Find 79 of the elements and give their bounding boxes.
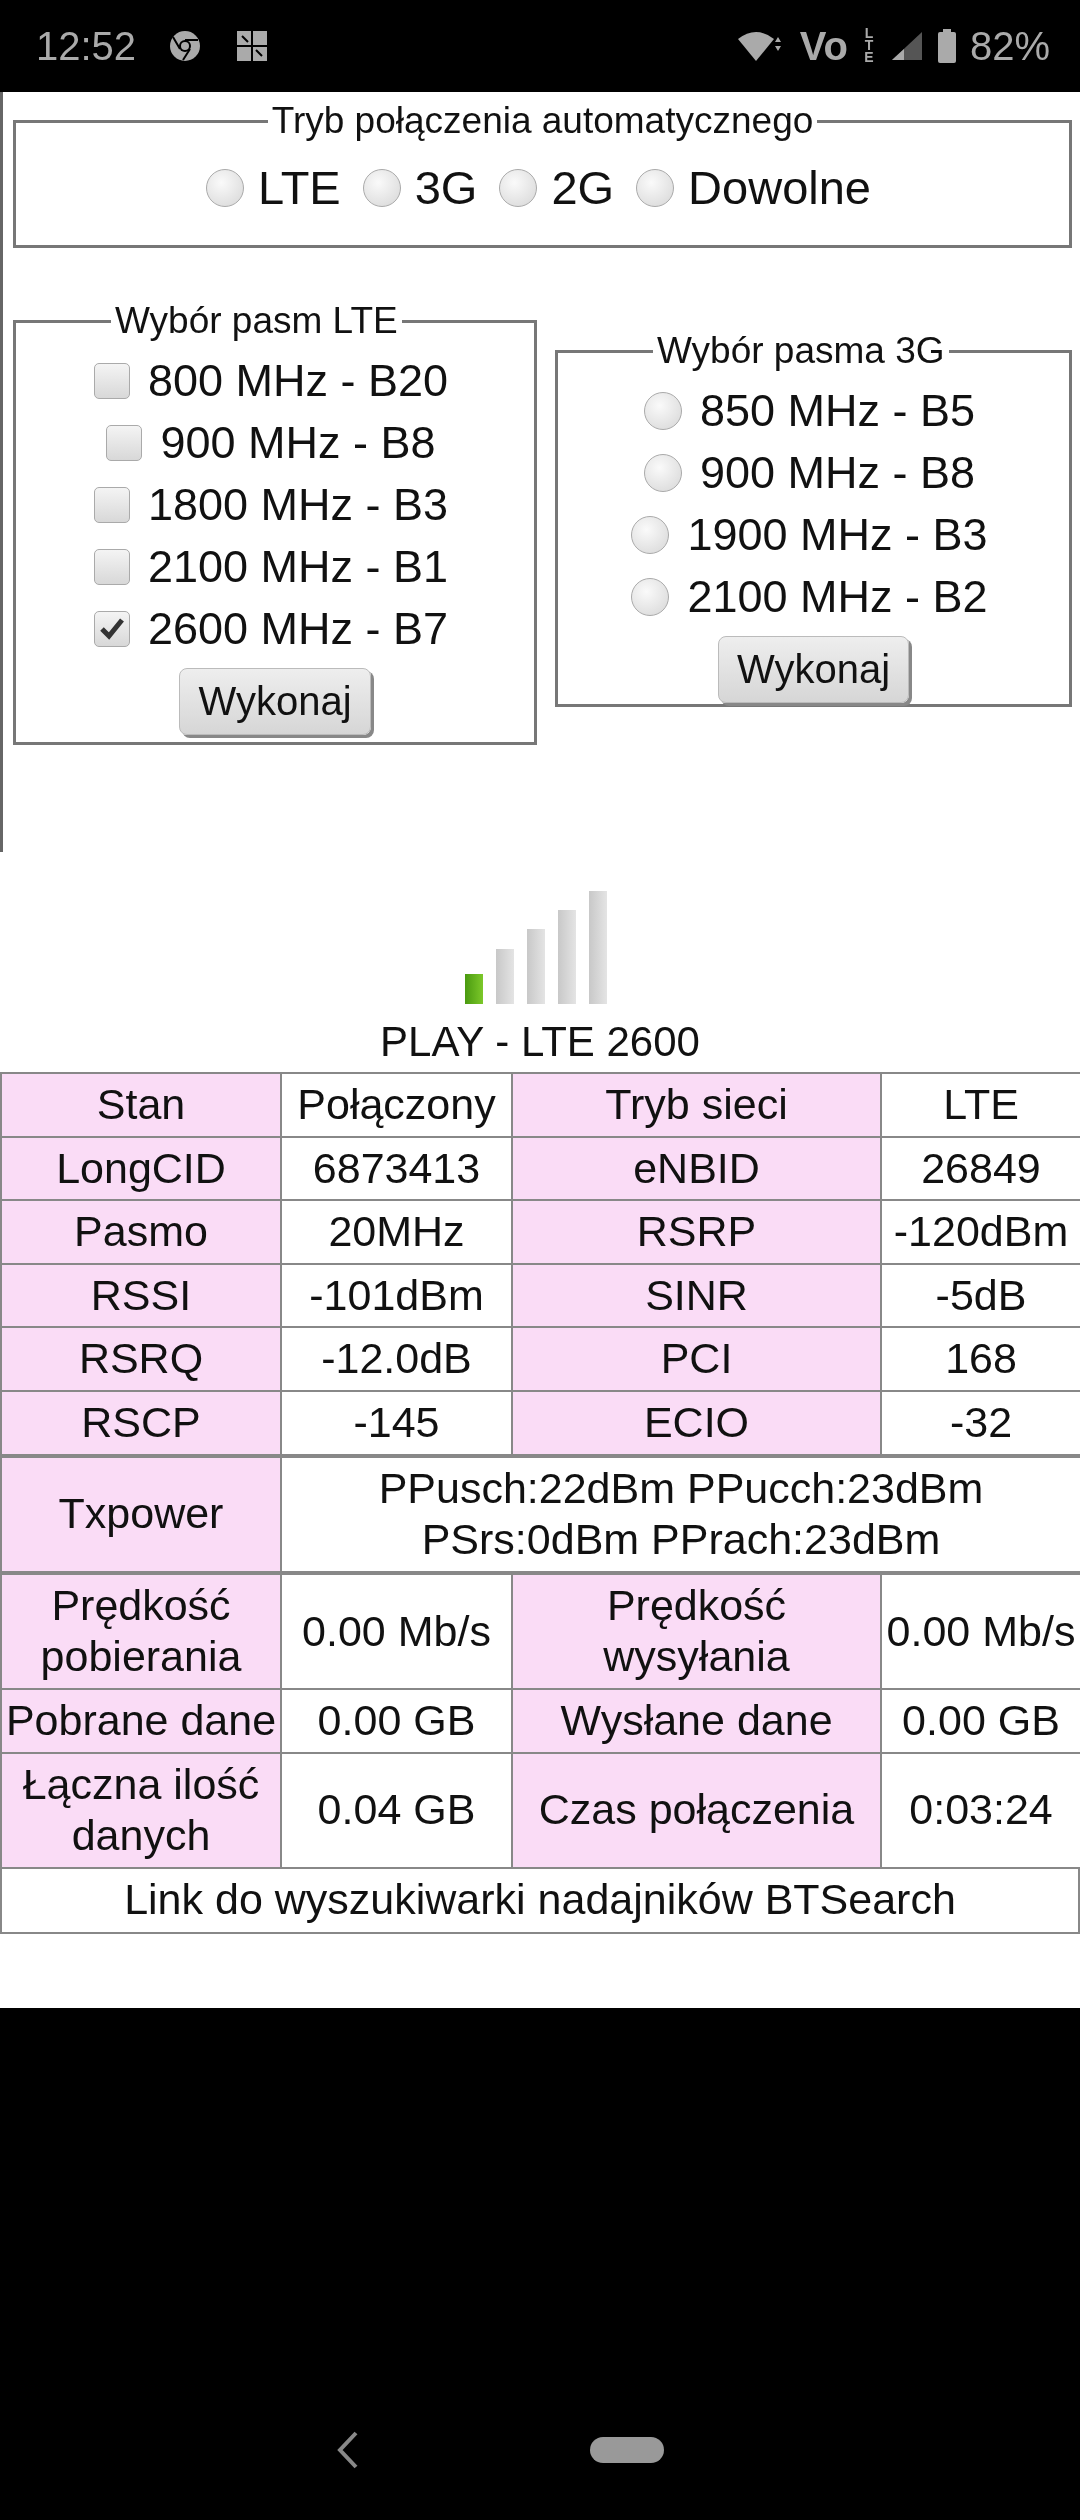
checkbox[interactable] <box>93 611 130 647</box>
label-cell: RSSI <box>1 1263 281 1328</box>
label-cell: ECIO <box>512 1390 881 1455</box>
network-title: PLAY - LTE 2600 <box>379 1017 701 1067</box>
radio-button[interactable] <box>206 168 244 207</box>
value-cell: 0:03:24 <box>881 1752 1080 1868</box>
value-cell: -5dB <box>881 1263 1080 1328</box>
label-cell: PCI <box>512 1327 881 1391</box>
label-cell: Tryb sieci <box>512 1073 881 1137</box>
battery-percent: 82% <box>969 23 1050 69</box>
value-cell: 0.00 GB <box>881 1688 1080 1753</box>
radio-label: 1900 MHz - B3 <box>687 509 988 561</box>
value-cell: 0.00 Mb/s <box>281 1573 512 1689</box>
radio-label: 2100 MHz - B2 <box>687 571 988 623</box>
radio-label: Dowolne <box>688 160 871 215</box>
radio-label: 2G <box>551 160 615 215</box>
execute-button[interactable]: Wykonaj <box>718 635 909 703</box>
label-cell: Prędkość wysyłania <box>512 1573 881 1689</box>
value-cell: 0.00 GB <box>281 1688 512 1753</box>
value-cell: -101dBm <box>281 1263 512 1328</box>
group-legend: Wybór pasma 3G <box>653 330 949 372</box>
checkbox[interactable] <box>93 487 130 523</box>
checkbox[interactable] <box>93 363 130 399</box>
radio-button[interactable] <box>643 454 682 492</box>
group-legend: Wybór pasm LTE <box>111 300 402 342</box>
value-cell: 0.00 Mb/s <box>881 1573 1080 1689</box>
lte-label: LTE <box>863 28 875 64</box>
radio-button[interactable] <box>643 392 682 430</box>
battery-icon <box>937 29 956 63</box>
back-icon[interactable] <box>336 2430 360 2470</box>
value-cell: 0.04 GB <box>281 1752 512 1868</box>
browser-icon <box>168 29 203 63</box>
label-cell: Stan <box>1 1073 281 1137</box>
value-cell: PPusch:22dBm PPucch:23dBm PSrs:0dBm PPrach:23dBm <box>281 1456 1080 1572</box>
value-cell: -145 <box>281 1390 512 1455</box>
execute-button[interactable]: Wykonaj <box>179 667 371 735</box>
value-cell: LTE <box>881 1073 1080 1137</box>
value-cell: 26849 <box>881 1136 1080 1201</box>
checkbox[interactable] <box>93 549 130 585</box>
label-cell: eNBID <box>512 1136 881 1201</box>
group-legend: Tryb połączenia automatycznego <box>267 100 818 142</box>
label-cell: Pasmo <box>1 1200 281 1264</box>
value-cell: 168 <box>881 1327 1080 1391</box>
label-cell: RSRQ <box>1 1327 281 1391</box>
radio-label: 3G <box>414 160 478 215</box>
radio-button[interactable] <box>636 168 675 207</box>
label-cell: Wysłane dane <box>512 1688 881 1753</box>
value-cell: -12.0dB <box>281 1327 512 1391</box>
status-time: 12:52 <box>36 23 137 69</box>
checkbox-label: 2100 MHz - B1 <box>147 541 449 593</box>
value-cell: -120dBm <box>881 1200 1080 1264</box>
radio-label: LTE <box>258 160 341 215</box>
checkbox-label: 1800 MHz - B3 <box>147 479 449 531</box>
volte-label: Vo <box>799 23 848 69</box>
radio-button[interactable] <box>499 168 538 207</box>
checkbox-label: 800 MHz - B20 <box>147 355 449 407</box>
radio-button[interactable] <box>362 168 401 207</box>
checkbox[interactable] <box>106 425 143 461</box>
value-cell: -32 <box>881 1390 1080 1455</box>
label-cell: RSRP <box>512 1200 881 1264</box>
label-cell: Łączna ilość danych <box>1 1752 281 1868</box>
radio-label: 900 MHz - B8 <box>699 447 976 499</box>
checkbox-label: 2600 MHz - B7 <box>147 603 449 655</box>
home-button[interactable] <box>590 2437 664 2463</box>
label-cell: LongCID <box>1 1136 281 1201</box>
value-cell: Połączony <box>281 1073 512 1137</box>
value-cell: 6873413 <box>281 1136 512 1201</box>
radio-button[interactable] <box>631 578 670 616</box>
wifi-icon <box>735 29 782 63</box>
value-cell: 20MHz <box>281 1200 512 1264</box>
radio-label: 850 MHz - B5 <box>699 385 976 437</box>
radio-button[interactable] <box>631 516 670 554</box>
label-cell: Czas połączenia <box>512 1752 881 1868</box>
label-cell: SINR <box>512 1263 881 1328</box>
label-cell: Prędkość pobierania <box>1 1573 281 1689</box>
checkbox-label: 900 MHz - B8 <box>160 417 436 469</box>
label-cell: Pobrane dane <box>1 1688 281 1753</box>
label-cell: RSCP <box>1 1390 281 1455</box>
label-cell: Txpower <box>1 1456 281 1572</box>
